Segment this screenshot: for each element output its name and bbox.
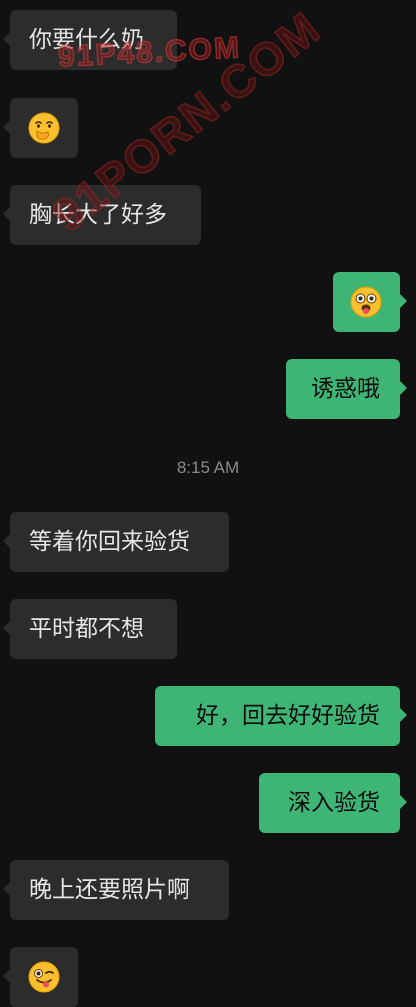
message-timestamp: 8:15 AM (176, 458, 240, 477)
chat-history[interactable]: 你要什么奶 胸长大了好多 诱惑哦 8:15 AM 等着你回来验货 平时都不想 好… (0, 0, 416, 1007)
thinking-hand-over-mouth-emoji (28, 112, 60, 144)
message-text: 等着你回来验货 (29, 529, 190, 555)
flushed-tongue-emoji (350, 286, 382, 318)
message-bubble-incoming[interactable] (3, 98, 78, 158)
message-bubble-incoming[interactable]: 晚上还要照片啊 (3, 860, 229, 920)
message-bubble-outgoing[interactable]: 好，回去好好验货 (155, 686, 407, 746)
message-bubble-outgoing[interactable]: 深入验货 (259, 773, 407, 833)
message-bubble-outgoing[interactable]: 诱惑哦 (286, 359, 407, 419)
message-text: 平时都不想 (29, 616, 144, 642)
message-bubble-incoming[interactable]: 平时都不想 (3, 599, 177, 659)
message-bubble-incoming[interactable]: 等着你回来验货 (3, 512, 229, 572)
message-text: 深入验货 (288, 790, 380, 816)
message-text: 诱惑哦 (311, 376, 380, 402)
winking-tongue-emoji (28, 961, 60, 993)
message-text: 好，回去好好验货 (196, 703, 380, 729)
message-text: 晚上还要照片啊 (29, 877, 190, 903)
message-bubble-outgoing[interactable] (333, 272, 407, 332)
message-bubble-incoming[interactable] (3, 947, 78, 1007)
